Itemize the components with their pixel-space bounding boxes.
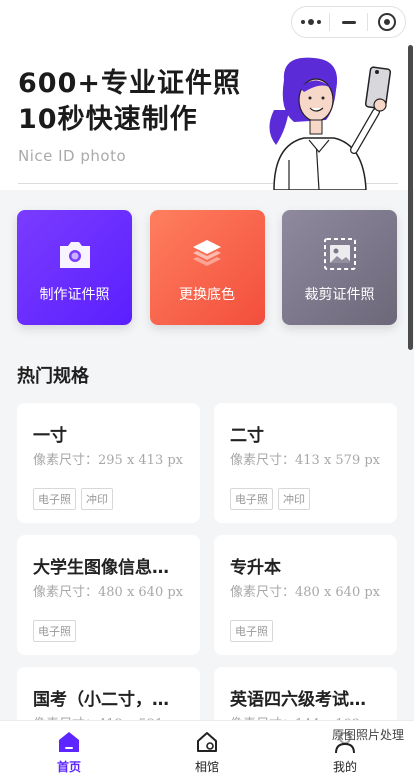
studio-house-icon	[197, 732, 217, 752]
spec-size: 像素尺寸：480 x 640 px	[33, 585, 184, 600]
watermark-text: 原图照片处理	[331, 726, 404, 743]
layers-icon	[193, 240, 221, 266]
spec-card[interactable]: 英语四六级考试… 像素尺寸：144 x 192 px	[214, 667, 397, 727]
camera-icon	[59, 242, 90, 268]
tag-digital: 电子照	[33, 620, 76, 642]
spec-name: 二寸	[230, 426, 264, 446]
spec-name: 专升本	[230, 558, 281, 578]
crop-id-photo-button[interactable]: 裁剪证件照	[282, 210, 397, 325]
page-scrollbar[interactable]	[408, 45, 413, 350]
spec-card[interactable]: 二寸 像素尺寸：413 x 579 px 电子照 冲印	[214, 403, 397, 523]
tab-studio[interactable]: 相馆	[138, 721, 276, 780]
spec-name: 国考（小二寸，…	[33, 690, 169, 710]
crop-id-photo-label: 裁剪证件照	[304, 287, 375, 303]
tag-print: 冲印	[81, 488, 113, 510]
hero-title-line1: 600+专业证件照	[18, 68, 241, 99]
target-close-icon[interactable]	[368, 7, 405, 37]
hero-title: 600+专业证件照 10秒快速制作	[18, 66, 241, 138]
spec-size: 像素尺寸：413 x 579 px	[230, 453, 381, 468]
spec-name: 大学生图像信息…	[33, 558, 169, 578]
tab-mine-label: 我的	[332, 760, 357, 774]
hero-title-line2: 10秒快速制作	[18, 104, 198, 135]
spec-card[interactable]: 一寸 像素尺寸：295 x 413 px 电子照 冲印	[17, 403, 200, 523]
tab-studio-label: 相馆	[194, 760, 219, 774]
tab-home[interactable]: 首页	[0, 721, 138, 780]
mini-program-capsule	[291, 6, 406, 38]
hero-banner: 600+专业证件照 10秒快速制作 Nice ID photo	[0, 0, 414, 190]
spec-card[interactable]: 国考（小二寸，… 像素尺寸：413 x 531 px	[17, 667, 200, 727]
tag-print: 冲印	[278, 488, 310, 510]
tag-digital: 电子照	[230, 488, 273, 510]
spec-card[interactable]: 大学生图像信息… 像素尺寸：480 x 640 px 电子照	[17, 535, 200, 655]
make-id-photo-label: 制作证件照	[39, 287, 110, 303]
quick-actions: 制作证件照 更换底色 裁剪证件照	[17, 210, 397, 325]
change-background-label: 更换底色	[179, 287, 235, 303]
tag-digital: 电子照	[230, 620, 273, 642]
spec-card[interactable]: 专升本 像素尺寸：480 x 640 px 电子照	[214, 535, 397, 655]
section-title-hot-specs: 热门规格	[17, 366, 89, 387]
spec-name: 一寸	[33, 426, 67, 446]
crop-image-icon	[323, 238, 356, 270]
home-icon	[59, 732, 79, 752]
minimize-icon[interactable]	[330, 7, 367, 37]
tag-digital: 电子照	[33, 488, 76, 510]
selfie-illustration-icon	[269, 57, 392, 190]
change-background-button[interactable]: 更换底色	[149, 210, 265, 325]
tab-home-label: 首页	[56, 760, 81, 774]
spec-size: 像素尺寸：480 x 640 px	[230, 585, 381, 600]
hero-subtitle: Nice ID photo	[18, 147, 127, 165]
spec-name: 英语四六级考试…	[230, 690, 366, 710]
make-id-photo-button[interactable]: 制作证件照	[17, 210, 132, 325]
spec-size: 像素尺寸：295 x 413 px	[33, 453, 184, 468]
more-dots-icon[interactable]	[292, 7, 329, 37]
